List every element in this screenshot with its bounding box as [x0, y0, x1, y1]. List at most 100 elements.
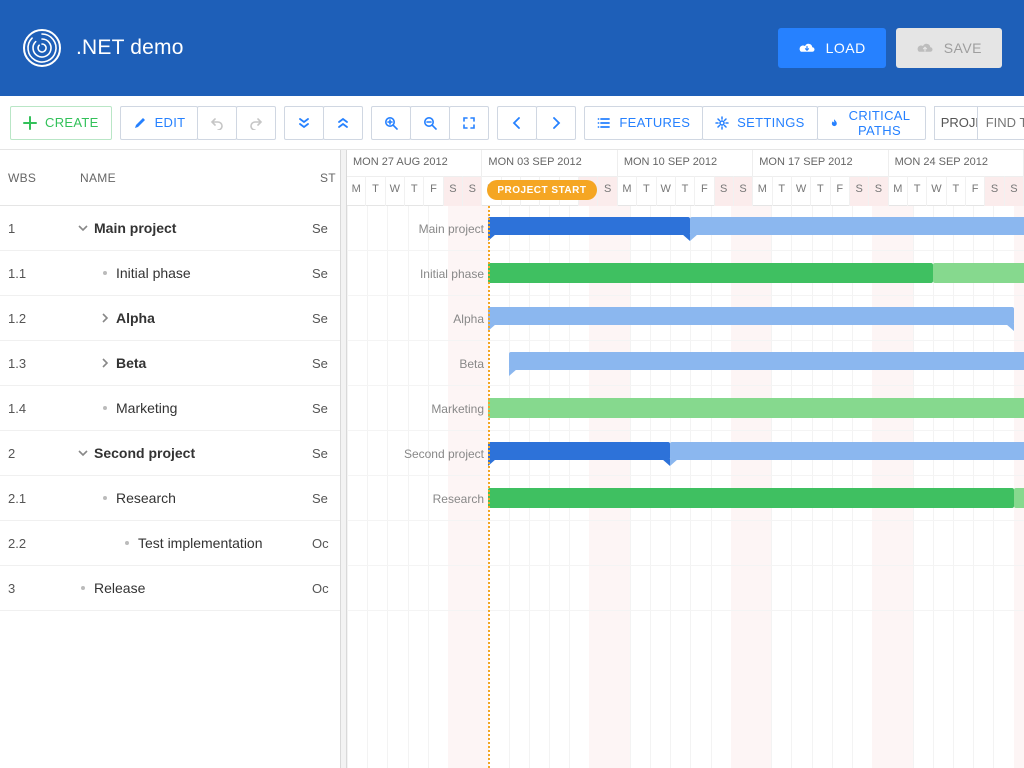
day-header: W — [657, 176, 676, 206]
gantt-row-label: Beta — [459, 341, 490, 386]
col-start[interactable]: ST — [312, 171, 340, 185]
edit-button[interactable]: EDIT — [120, 106, 199, 140]
project-start-line — [488, 206, 490, 768]
zoom-in-icon — [384, 116, 398, 130]
expand-all-button[interactable] — [284, 106, 324, 140]
settings-button-label: SETTINGS — [737, 115, 804, 130]
gantt-bar[interactable] — [488, 217, 690, 235]
zoom-out-icon — [423, 116, 437, 130]
start-cell: Oc — [312, 581, 340, 596]
zoom-fit-button[interactable] — [449, 106, 489, 140]
chevron-right-icon[interactable] — [100, 358, 110, 368]
cloud-upload-icon — [916, 41, 934, 55]
find-tasks-input[interactable] — [977, 106, 1024, 140]
plus-icon — [23, 116, 37, 130]
gantt-bar[interactable] — [509, 352, 1024, 370]
chevron-down-icon[interactable] — [78, 223, 88, 233]
critical-paths-button-label: CRITICAL PATHS — [846, 108, 913, 138]
zoom-out-button[interactable] — [410, 106, 450, 140]
save-button[interactable]: SAVE — [896, 28, 1002, 68]
day-header: T — [773, 176, 792, 206]
redo-button[interactable] — [236, 106, 276, 140]
gantt-bar[interactable] — [933, 263, 1024, 283]
load-button[interactable]: LOAD — [778, 28, 886, 68]
gantt-row: Initial phase — [347, 251, 1024, 296]
gantt-bar[interactable] — [488, 398, 1024, 418]
task-name: Alpha — [116, 310, 155, 326]
col-wbs[interactable]: WBS — [0, 171, 72, 185]
gantt-row-label: Marketing — [431, 386, 490, 431]
app-logo — [22, 28, 62, 68]
day-header: F — [966, 176, 985, 206]
col-name[interactable]: NAME — [72, 171, 312, 185]
wbs-cell: 3 — [0, 581, 72, 596]
task-row[interactable]: 3 Release Oc — [0, 566, 340, 611]
task-row[interactable]: 2.2Test implementationOc — [0, 521, 340, 566]
task-name: Release — [94, 580, 145, 596]
task-row[interactable]: 1.3BetaSe — [0, 341, 340, 386]
project-select[interactable]: PROJE — [934, 106, 978, 140]
project-start-tag: PROJECT START — [487, 180, 596, 200]
app-title: .NET demo — [76, 36, 184, 60]
gantt-body[interactable]: Main projectInitial phaseAlphaBetaMarket… — [347, 206, 1024, 768]
day-header: T — [637, 176, 656, 206]
task-name: Research — [116, 490, 176, 506]
task-row[interactable]: 1.4MarketingSe — [0, 386, 340, 431]
wbs-cell: 2 — [0, 446, 72, 461]
cloud-download-icon — [798, 41, 816, 55]
bullet-icon — [100, 268, 110, 278]
gantt-bar[interactable] — [488, 263, 932, 283]
week-header: MON 24 SEP 2012 — [889, 150, 1024, 176]
gantt-row: Beta — [347, 341, 1024, 386]
gantt-bar[interactable] — [488, 307, 1013, 325]
undo-button[interactable] — [197, 106, 237, 140]
day-header: M — [753, 176, 772, 206]
day-header: W — [386, 176, 405, 206]
day-header: S — [715, 176, 734, 206]
chevron-down-icon[interactable] — [78, 448, 88, 458]
gantt-bar[interactable] — [488, 442, 670, 460]
double-chevron-up-icon — [336, 116, 350, 130]
day-header: F — [695, 176, 714, 206]
name-cell: Initial phase — [72, 265, 312, 281]
gantt-row-label: Second project — [404, 431, 490, 476]
day-header: F — [831, 176, 850, 206]
task-name: Test implementation — [138, 535, 263, 551]
settings-button[interactable]: SETTINGS — [702, 106, 817, 140]
bullet-icon — [122, 538, 132, 548]
create-button-label: CREATE — [45, 115, 99, 130]
name-cell: Beta — [72, 355, 312, 371]
task-row[interactable]: 2.1ResearchSe — [0, 476, 340, 521]
prev-button[interactable] — [497, 106, 537, 140]
start-cell: Oc — [312, 536, 340, 551]
gantt-bar[interactable] — [488, 488, 1013, 508]
day-header: S — [598, 176, 617, 206]
collapse-all-button[interactable] — [323, 106, 363, 140]
zoom-in-button[interactable] — [371, 106, 411, 140]
gantt-row-label: Alpha — [453, 296, 490, 341]
task-row[interactable]: 2Second projectSe — [0, 431, 340, 476]
gantt-row-label: Initial phase — [420, 251, 490, 296]
brand: .NET demo — [22, 28, 184, 68]
bullet-icon — [78, 583, 88, 593]
task-row[interactable]: 1.2AlphaSe — [0, 296, 340, 341]
features-button[interactable]: FEATURES — [584, 106, 703, 140]
week-header: MON 10 SEP 2012 — [618, 150, 753, 176]
gantt-bar[interactable] — [670, 442, 1024, 460]
task-row[interactable]: 1.1Initial phaseSe — [0, 251, 340, 296]
create-button[interactable]: CREATE — [10, 106, 112, 140]
day-header: S — [869, 176, 888, 206]
chevron-right-icon[interactable] — [100, 313, 110, 323]
next-button[interactable] — [536, 106, 576, 140]
task-row[interactable]: 1Main projectSe — [0, 206, 340, 251]
gantt-row — [347, 521, 1024, 566]
gantt-bar[interactable] — [690, 217, 1024, 235]
day-header: T — [908, 176, 927, 206]
day-header: S — [850, 176, 869, 206]
chevron-right-icon — [549, 116, 563, 130]
critical-paths-button[interactable]: CRITICAL PATHS — [817, 106, 926, 140]
gantt-bar[interactable] — [1014, 488, 1024, 508]
header-buttons: LOAD SAVE — [778, 28, 1002, 68]
day-header: M — [618, 176, 637, 206]
start-cell: Se — [312, 446, 340, 461]
